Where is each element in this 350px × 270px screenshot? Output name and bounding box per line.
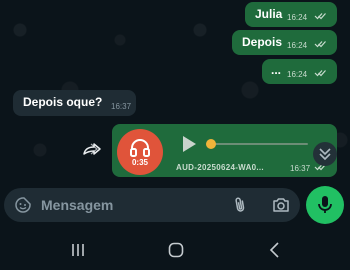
recent-apps-icon[interactable] xyxy=(71,243,85,257)
scroll-to-bottom-button[interactable] xyxy=(313,142,337,166)
voice-record-button[interactable] xyxy=(306,186,344,224)
attach-icon[interactable] xyxy=(232,196,248,214)
play-icon[interactable] xyxy=(180,135,198,153)
double-check-icon xyxy=(314,13,326,20)
message-time: 16:24 xyxy=(287,13,308,22)
message-bubble-incoming[interactable]: Depois oque? 16:37 xyxy=(13,90,136,116)
system-navigation-bar xyxy=(0,232,350,270)
microphone-icon xyxy=(318,196,332,213)
message-text: Depois oque? xyxy=(23,95,103,109)
back-icon[interactable] xyxy=(268,242,280,258)
double-chevron-down-icon xyxy=(319,148,331,161)
message-bubble-outgoing[interactable]: Julia 16:24 xyxy=(245,2,337,27)
message-time: 16:24 xyxy=(287,41,308,50)
message-bubble-outgoing[interactable]: Depois 16:24 xyxy=(232,30,337,55)
message-time: 16:37 xyxy=(111,102,132,111)
chat-area: Julia 16:24 Depois 16:24 ... 16:24 Depoi… xyxy=(0,0,350,186)
double-check-icon xyxy=(314,70,326,77)
sticker-icon[interactable] xyxy=(15,197,31,213)
camera-icon[interactable] xyxy=(272,197,290,213)
audio-duration: 0:35 xyxy=(131,158,148,167)
forward-icon[interactable] xyxy=(82,141,102,157)
double-check-icon xyxy=(314,41,326,48)
message-time: 16:24 xyxy=(287,70,308,79)
headphones-icon xyxy=(130,139,150,157)
home-icon[interactable] xyxy=(168,242,184,258)
message-time: 16:37 xyxy=(290,164,311,173)
message-text: ... xyxy=(271,63,282,77)
message-input-bar[interactable]: Mensagem xyxy=(4,188,300,222)
audio-progress-track[interactable] xyxy=(206,143,308,145)
message-bubble-outgoing[interactable]: ... 16:24 xyxy=(262,59,337,84)
audio-filename: AUD-20250624-WA0... xyxy=(176,163,264,172)
message-text: Depois xyxy=(242,35,283,49)
audio-progress-knob[interactable] xyxy=(206,139,216,149)
audio-avatar[interactable]: 0:35 xyxy=(117,129,163,175)
message-input-placeholder[interactable]: Mensagem xyxy=(41,197,113,213)
message-text: Julia xyxy=(255,7,283,21)
